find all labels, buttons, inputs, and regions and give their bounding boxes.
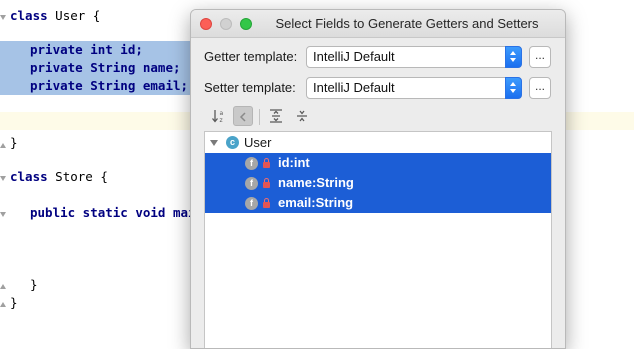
sort-alphabetically-icon: a z bbox=[212, 110, 224, 124]
close-window-button[interactable] bbox=[200, 18, 212, 30]
select-arrows-icon[interactable] bbox=[505, 77, 522, 99]
setter-template-more-button[interactable]: ... bbox=[529, 77, 551, 99]
code-line-field-name: private String name; bbox=[0, 59, 190, 77]
tree-item-field-id[interactable]: f id:int bbox=[205, 153, 551, 173]
fold-end-main-icon[interactable] bbox=[0, 281, 8, 291]
field-icon: f bbox=[245, 197, 258, 210]
field-label: email:String bbox=[278, 195, 354, 210]
getter-template-select[interactable]: IntelliJ Default bbox=[306, 46, 522, 68]
fold-class-user-icon[interactable] bbox=[0, 12, 8, 22]
collapse-all-button[interactable] bbox=[292, 106, 312, 126]
expand-all-icon bbox=[270, 109, 282, 123]
show-inherited-button[interactable] bbox=[233, 106, 253, 126]
generate-getters-setters-dialog: Select Fields to Generate Getters and Se… bbox=[190, 9, 566, 349]
fold-end-store-icon[interactable] bbox=[0, 299, 8, 309]
zoom-window-button[interactable] bbox=[240, 18, 252, 30]
fold-end-user-icon[interactable] bbox=[0, 140, 8, 150]
getter-template-value: IntelliJ Default bbox=[313, 49, 395, 64]
tree-item-field-name[interactable]: f name:String bbox=[205, 173, 551, 193]
code-line-field-id: private int id; bbox=[0, 41, 190, 59]
fold-method-main-icon[interactable] bbox=[0, 209, 8, 219]
svg-text:z: z bbox=[220, 117, 223, 124]
setter-template-value: IntelliJ Default bbox=[313, 80, 395, 95]
private-lock-icon bbox=[262, 158, 271, 168]
field-icon: f bbox=[245, 157, 258, 170]
dialog-title: Select Fields to Generate Getters and Se… bbox=[275, 16, 539, 31]
select-arrows-icon[interactable] bbox=[505, 46, 522, 68]
setter-template-label: Setter template: bbox=[204, 80, 296, 95]
code-line-field-email: private String email; bbox=[0, 77, 190, 95]
setter-template-select[interactable]: IntelliJ Default bbox=[306, 77, 522, 99]
field-icon: f bbox=[245, 177, 258, 190]
sort-alphabetically-button[interactable]: a z bbox=[209, 106, 229, 126]
show-inherited-icon bbox=[239, 112, 246, 122]
fold-class-store-icon[interactable] bbox=[0, 173, 8, 183]
fields-tree[interactable]: c User f id:int f name:String f email:St… bbox=[204, 131, 552, 348]
svg-text:a: a bbox=[220, 110, 224, 117]
tree-node-class-user[interactable]: c User bbox=[205, 133, 551, 153]
tree-item-field-email[interactable]: f email:String bbox=[205, 193, 551, 213]
private-lock-icon bbox=[262, 198, 271, 208]
getter-template-label: Getter template: bbox=[204, 49, 298, 64]
collapse-all-icon bbox=[297, 110, 307, 122]
field-label: name:String bbox=[278, 175, 354, 190]
private-lock-icon bbox=[262, 178, 271, 188]
getter-template-more-button[interactable]: ... bbox=[529, 46, 551, 68]
minimize-window-button bbox=[220, 18, 232, 30]
class-icon: c bbox=[226, 136, 239, 149]
toolbar-separator bbox=[259, 109, 260, 125]
field-label: id:int bbox=[278, 155, 310, 170]
tree-root-label: User bbox=[244, 135, 272, 150]
expand-arrow-icon[interactable] bbox=[210, 140, 218, 146]
expand-all-button[interactable] bbox=[266, 106, 286, 126]
dialog-titlebar[interactable]: Select Fields to Generate Getters and Se… bbox=[191, 10, 565, 38]
